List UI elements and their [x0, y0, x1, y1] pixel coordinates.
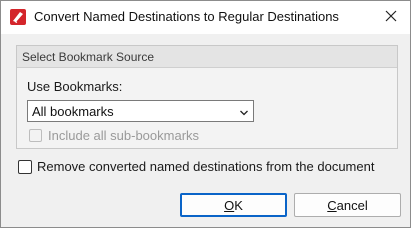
remove-named-destinations-checkbox[interactable] — [18, 160, 32, 174]
pdf-editor-icon — [10, 9, 26, 25]
use-bookmarks-label: Use Bookmarks: — [27, 79, 123, 94]
convert-destinations-dialog: Convert Named Destinations to Regular De… — [0, 0, 411, 228]
cancel-button[interactable]: Cancel — [294, 193, 401, 217]
close-button[interactable] — [378, 5, 404, 29]
group-header: Select Bookmark Source — [17, 46, 397, 68]
include-sub-bookmarks-label: Include all sub-bookmarks — [48, 128, 200, 143]
group-title: Select Bookmark Source — [22, 50, 155, 64]
ok-button-label: OK — [224, 197, 243, 213]
ok-button[interactable]: OK — [180, 193, 287, 217]
bookmarks-dropdown[interactable]: All bookmarks — [27, 100, 254, 122]
bookmark-source-group: Select Bookmark Source Use Bookmarks: Al… — [16, 45, 398, 149]
remove-named-destinations-label: Remove converted named destinations from… — [37, 159, 375, 174]
cancel-button-label: Cancel — [327, 197, 368, 213]
bookmarks-dropdown-value: All bookmarks — [32, 104, 114, 119]
close-icon — [385, 10, 397, 25]
window-title: Convert Named Destinations to Regular De… — [34, 9, 339, 24]
chevron-down-icon — [239, 106, 249, 116]
title-bar: Convert Named Destinations to Regular De… — [1, 1, 410, 34]
include-sub-bookmarks-checkbox[interactable] — [29, 129, 42, 142]
